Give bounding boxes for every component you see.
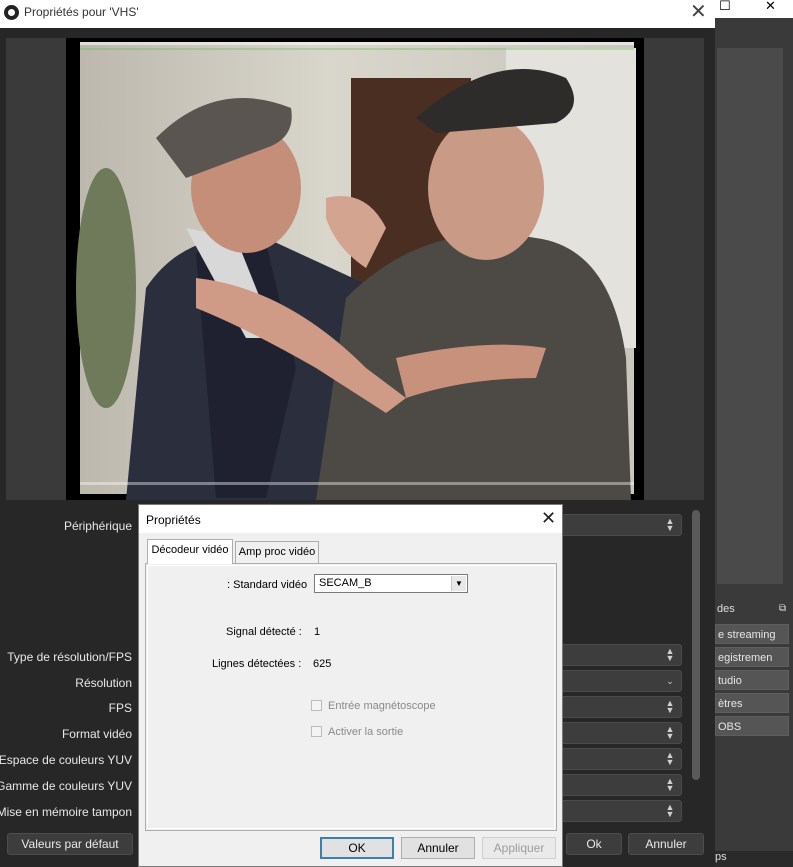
- obs-titlebar: ☐ ✕: [715, 0, 793, 18]
- spin-arrows-icon: ▲ ▼: [665, 516, 675, 533]
- resolution-fps-type-label: Type de résolution/FPS: [7, 650, 132, 664]
- dropdown-arrow-icon: ▼: [451, 576, 466, 591]
- close-icon[interactable]: ✕: [541, 509, 556, 527]
- video-standard-label: : Standard vidéo: [227, 579, 308, 591]
- spin-arrows-icon: ▲ ▼: [665, 698, 675, 715]
- video-standard-value: SECAM_B: [319, 577, 372, 589]
- cancel-button[interactable]: Annuler: [628, 833, 704, 855]
- enable-output-checkbox[interactable]: [311, 726, 322, 737]
- start-streaming-button[interactable]: e streaming: [715, 624, 789, 644]
- yuv-color-space-combo[interactable]: ▲ ▼: [560, 748, 682, 770]
- spin-arrows-icon: ▲ ▼: [665, 750, 675, 767]
- fps-combo[interactable]: ▲ ▼: [560, 696, 682, 718]
- controls-dock-header: des ⧉: [715, 598, 793, 620]
- tab-panel: [145, 563, 557, 831]
- lines-detected-value: 625: [313, 658, 332, 670]
- video-format-combo[interactable]: ▲ ▼: [560, 722, 682, 744]
- lines-detected-label: Lignes détectées :: [212, 658, 302, 670]
- defaults-button[interactable]: Valeurs par défaut: [7, 833, 133, 855]
- exit-button[interactable]: OBS: [715, 716, 789, 736]
- obs-logo-icon: [4, 5, 19, 20]
- video-standard-select[interactable]: SECAM_B ▼: [314, 574, 468, 593]
- signal-detected-label: Signal détecté :: [226, 626, 302, 638]
- vcr-input-label: Entrée magnétoscope: [328, 700, 436, 712]
- yuv-color-range-combo[interactable]: ▲ ▼: [560, 774, 682, 796]
- controls-dock-title: des: [717, 603, 735, 615]
- chevron-down-icon: ⌄: [666, 676, 674, 686]
- tab-video-decoder[interactable]: Décodeur vidéo: [147, 539, 233, 564]
- close-icon[interactable]: ✕: [690, 2, 707, 22]
- resolution-fps-type-combo[interactable]: ▲ ▼: [560, 644, 682, 666]
- obs-main-window: ☐ ✕ des ⧉ e streaming egistremen tudio è…: [715, 0, 793, 867]
- spin-arrows-icon: ▲ ▼: [665, 724, 675, 741]
- window-title: Propriétés pour 'VHS': [24, 5, 139, 19]
- settings-button[interactable]: ètres: [715, 693, 789, 713]
- device-properties-dialog: Propriétés ✕ Décodeur vidéo Amp proc vid…: [138, 504, 563, 867]
- ok-button[interactable]: Ok: [566, 833, 622, 855]
- tab-video-proc-amp[interactable]: Amp proc vidéo: [235, 541, 319, 563]
- dialog-title: Propriétés: [146, 513, 201, 527]
- dialog-cancel-button[interactable]: Annuler: [401, 837, 475, 859]
- signal-detected-value: 1: [314, 626, 321, 638]
- spin-arrows-icon: ▲ ▼: [665, 646, 675, 663]
- dialog-titlebar: Propriétés ✕: [139, 505, 562, 533]
- enable-output-label: Activer la sortie: [328, 726, 404, 738]
- yuv-color-range-label: Gamme de couleurs YUV: [0, 779, 132, 793]
- obs-preview-area: [717, 48, 783, 584]
- close-icon[interactable]: ✕: [765, 0, 776, 14]
- buffering-combo[interactable]: ▲ ▼: [560, 800, 682, 822]
- video-frame: [66, 38, 644, 500]
- fps-label: FPS: [108, 701, 132, 715]
- device-combo[interactable]: ▲ ▼: [560, 514, 682, 536]
- resolution-label: Résolution: [75, 676, 132, 690]
- studio-mode-button[interactable]: tudio: [715, 670, 789, 690]
- properties-scrollbar[interactable]: [692, 510, 700, 780]
- start-recording-button[interactable]: egistremen: [715, 647, 789, 667]
- status-bar: ps: [715, 851, 793, 867]
- buffering-label: Mise en mémoire tampon: [0, 805, 132, 819]
- maximize-icon[interactable]: ☐: [719, 0, 731, 14]
- float-dock-icon[interactable]: ⧉: [779, 598, 786, 620]
- dialog-apply-button[interactable]: Appliquer: [482, 837, 556, 859]
- status-text: ps: [715, 851, 727, 863]
- dialog-ok-button[interactable]: OK: [320, 837, 394, 859]
- device-label: Périphérique: [63, 519, 132, 533]
- yuv-color-space-label: Espace de couleurs YUV: [0, 753, 132, 767]
- video-format-label: Format vidéo: [61, 727, 132, 741]
- spin-arrows-icon: ▲ ▼: [665, 776, 675, 793]
- resolution-combo[interactable]: ⌄: [560, 670, 682, 692]
- properties-titlebar: Propriétés pour 'VHS' ✕: [0, 0, 715, 28]
- video-still-image: [66, 38, 644, 500]
- spin-arrows-icon: ▲ ▼: [665, 802, 675, 819]
- vcr-input-checkbox[interactable]: [311, 700, 322, 711]
